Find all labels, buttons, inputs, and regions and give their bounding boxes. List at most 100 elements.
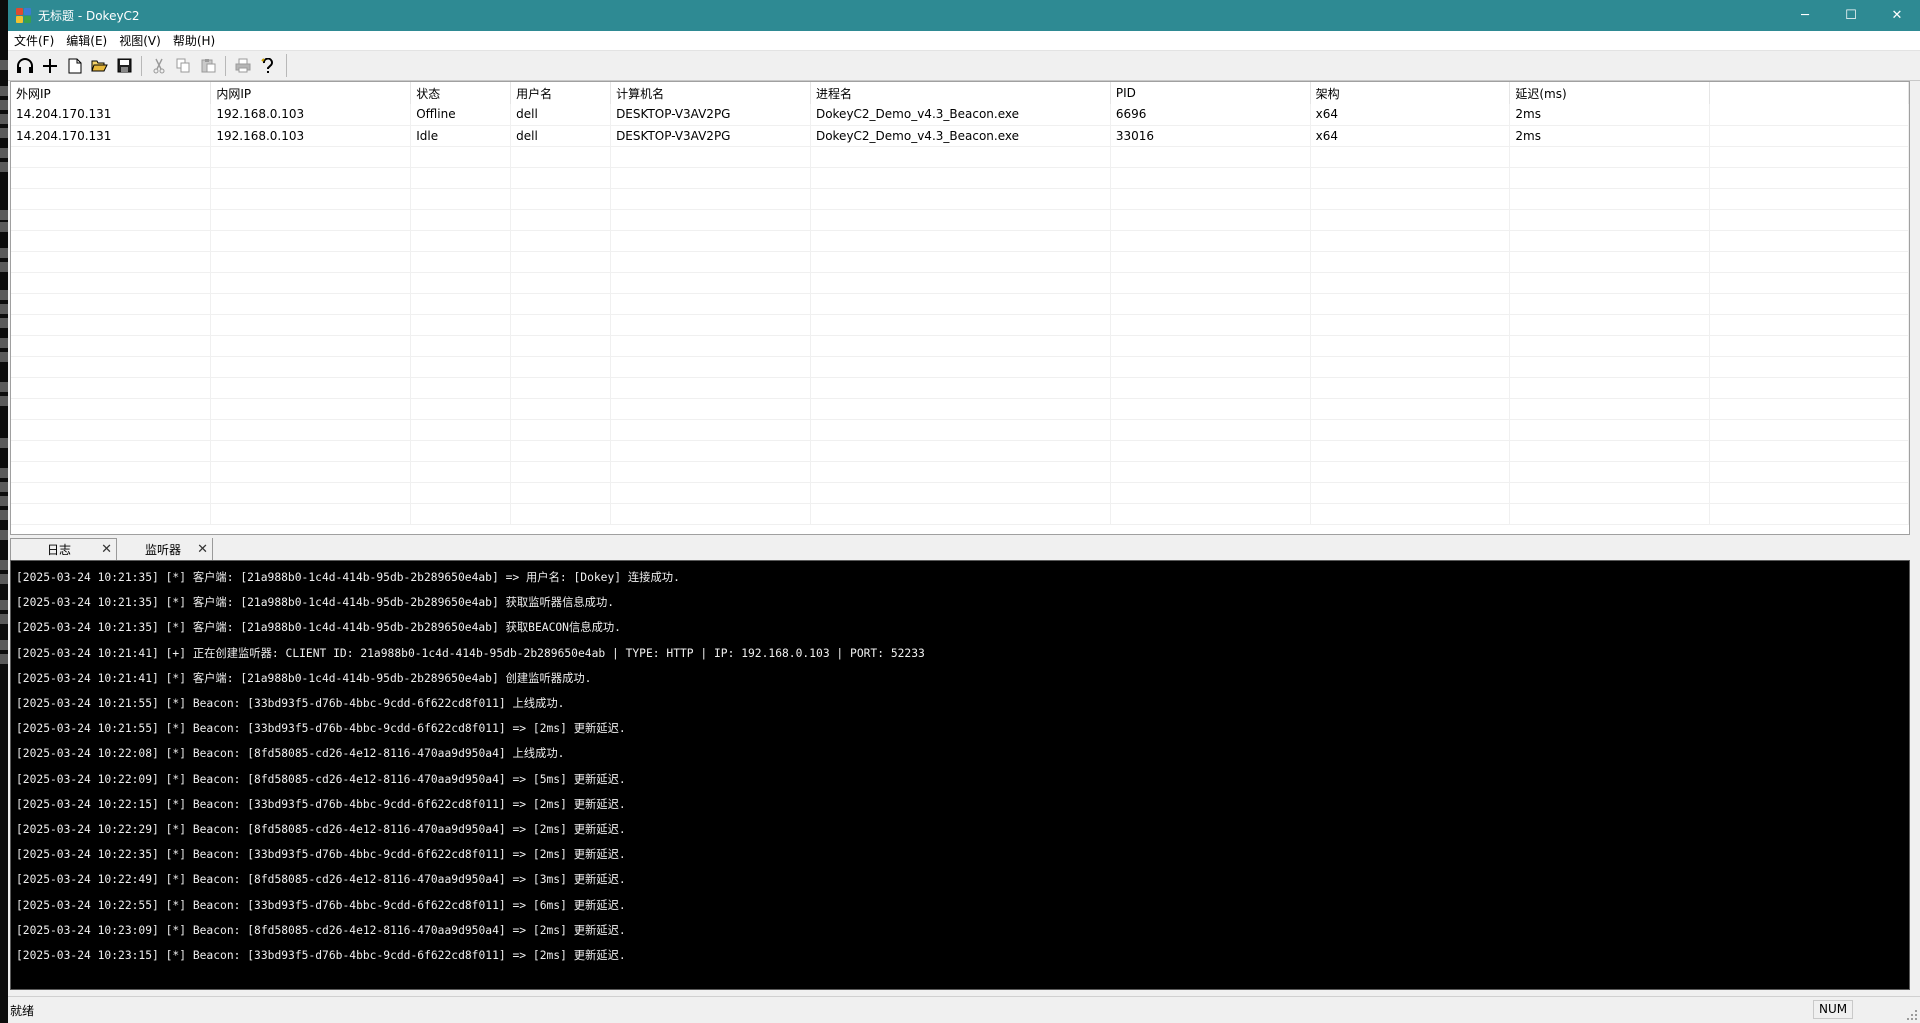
empty-cell bbox=[810, 461, 1111, 483]
empty-cell bbox=[1310, 440, 1511, 462]
close-icon[interactable]: ✕ bbox=[197, 542, 208, 557]
empty-cell bbox=[810, 272, 1111, 294]
cell-status: Idle bbox=[410, 125, 512, 147]
column-header-external-ip[interactable]: 外网IP bbox=[11, 82, 212, 104]
menu-file[interactable]: 文件(F) bbox=[8, 31, 60, 51]
empty-cell bbox=[410, 188, 512, 210]
empty-cell bbox=[1110, 398, 1311, 420]
empty-cell bbox=[610, 461, 811, 483]
log-console[interactable]: [2025-03-24 10:21:35] [*] 客户端: [21a988b0… bbox=[10, 560, 1910, 990]
empty-cell bbox=[1110, 503, 1311, 525]
empty-cell bbox=[810, 440, 1111, 462]
empty-cell bbox=[11, 356, 212, 378]
paste-icon[interactable] bbox=[196, 54, 221, 77]
empty-cell bbox=[1110, 209, 1311, 231]
menu-view[interactable]: 视图(V) bbox=[113, 31, 167, 51]
empty-cell bbox=[1110, 461, 1311, 483]
close-button[interactable]: ✕ bbox=[1874, 0, 1920, 31]
tab-log[interactable]: 日志 ✕ bbox=[10, 538, 117, 560]
menu-edit[interactable]: 编辑(E) bbox=[60, 31, 113, 51]
empty-cell bbox=[1709, 356, 1909, 378]
column-header-latency[interactable]: 延迟(ms) bbox=[1509, 82, 1711, 104]
empty-cell bbox=[510, 188, 612, 210]
cell-username: dell bbox=[510, 104, 612, 126]
new-file-icon[interactable] bbox=[62, 54, 87, 77]
empty-cell bbox=[1709, 104, 1909, 126]
empty-cell bbox=[510, 356, 612, 378]
empty-cell bbox=[810, 398, 1111, 420]
title-bar[interactable]: 无标题 - DokeyC2 ─ ☐ ✕ bbox=[8, 0, 1920, 31]
print-icon[interactable] bbox=[230, 54, 255, 77]
empty-cell bbox=[1310, 188, 1511, 210]
column-header-internal-ip[interactable]: 内网IP bbox=[210, 82, 412, 104]
empty-cell bbox=[1709, 335, 1909, 357]
empty-cell bbox=[1709, 209, 1909, 231]
background-glyph bbox=[0, 148, 8, 158]
resize-grip-icon[interactable] bbox=[1906, 1009, 1918, 1021]
empty-cell bbox=[1509, 272, 1711, 294]
beacon-list[interactable]: 外网IP 内网IP 状态 用户名 计算机名 进程名 PID 架构 延迟(ms) … bbox=[10, 81, 1910, 535]
table-row[interactable]: 14.204.170.131 192.168.0.103 Idle dell DESKT… bbox=[11, 125, 1909, 147]
empty-cell bbox=[1509, 146, 1711, 168]
empty-cell bbox=[1310, 314, 1511, 336]
empty-row bbox=[11, 356, 1909, 378]
empty-cell bbox=[11, 482, 212, 504]
empty-cell bbox=[1709, 461, 1909, 483]
empty-cell bbox=[410, 356, 512, 378]
cell-external-ip: 14.204.170.131 bbox=[11, 104, 212, 126]
minimize-button[interactable]: ─ bbox=[1782, 0, 1828, 31]
log-line: [2025-03-24 10:21:35] [*] 客户端: [21a988b0… bbox=[16, 621, 621, 635]
empty-cell bbox=[1110, 335, 1311, 357]
empty-cell bbox=[11, 167, 212, 189]
menu-help[interactable]: 帮助(H) bbox=[167, 31, 221, 51]
empty-cell bbox=[610, 293, 811, 315]
empty-cell bbox=[810, 209, 1111, 231]
cut-icon[interactable] bbox=[146, 54, 171, 77]
empty-cell bbox=[810, 188, 1111, 210]
background-glyph bbox=[0, 222, 8, 232]
empty-cell bbox=[11, 503, 212, 525]
column-header-arch[interactable]: 架构 bbox=[1310, 82, 1511, 104]
empty-row bbox=[11, 251, 1909, 273]
open-folder-icon[interactable] bbox=[87, 54, 112, 77]
copy-icon[interactable] bbox=[171, 54, 196, 77]
app-icon bbox=[16, 7, 32, 24]
empty-cell bbox=[810, 293, 1111, 315]
log-line: [2025-03-24 10:23:09] [*] Beacon: [8fd58… bbox=[16, 923, 626, 937]
background-glyph bbox=[0, 248, 8, 258]
column-header-pid[interactable]: PID bbox=[1110, 82, 1311, 104]
column-header-status[interactable]: 状态 bbox=[410, 82, 512, 104]
background-glyph bbox=[0, 396, 8, 406]
empty-cell bbox=[1709, 482, 1909, 504]
log-line: [2025-03-24 10:22:08] [*] Beacon: [8fd58… bbox=[16, 747, 565, 761]
empty-cell bbox=[510, 440, 612, 462]
empty-cell bbox=[410, 398, 512, 420]
table-row[interactable]: 14.204.170.131 192.168.0.103 Offline dell DE… bbox=[11, 104, 1909, 126]
empty-cell bbox=[610, 503, 811, 525]
empty-cell bbox=[510, 419, 612, 441]
empty-cell bbox=[1110, 188, 1311, 210]
empty-cell bbox=[810, 314, 1111, 336]
headset-icon[interactable] bbox=[12, 54, 37, 77]
empty-cell bbox=[1709, 146, 1909, 168]
column-header-process-name[interactable]: 进程名 bbox=[810, 82, 1111, 104]
empty-cell bbox=[510, 230, 612, 252]
background-glyph bbox=[0, 530, 8, 540]
empty-cell bbox=[1310, 251, 1511, 273]
tab-listener[interactable]: 监听器 ✕ bbox=[117, 538, 213, 560]
empty-cell bbox=[1310, 356, 1511, 378]
toolbar-end-separator bbox=[286, 54, 287, 77]
close-icon[interactable]: ✕ bbox=[101, 542, 112, 557]
help-icon[interactable] bbox=[255, 54, 280, 77]
column-header-username[interactable]: 用户名 bbox=[510, 82, 612, 104]
save-icon[interactable] bbox=[112, 54, 137, 77]
empty-cell bbox=[1310, 398, 1511, 420]
column-header-computer-name[interactable]: 计算机名 bbox=[610, 82, 811, 104]
empty-row bbox=[11, 209, 1909, 231]
maximize-button[interactable]: ☐ bbox=[1828, 0, 1874, 31]
cell-status: Offline bbox=[410, 104, 512, 126]
empty-cell bbox=[210, 167, 412, 189]
plus-icon[interactable] bbox=[37, 54, 62, 77]
window-title: 无标题 - DokeyC2 bbox=[38, 9, 140, 23]
empty-cell bbox=[1709, 440, 1909, 462]
